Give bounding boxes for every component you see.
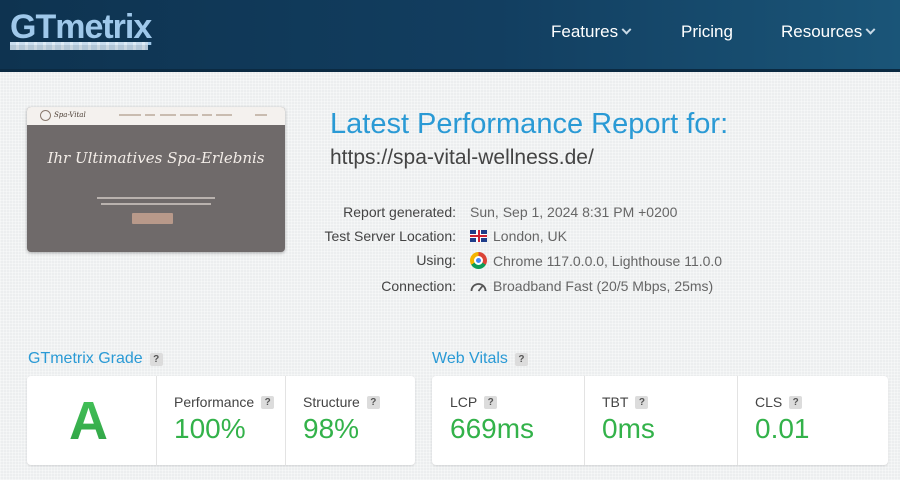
metric-label-text: TBT	[602, 394, 629, 410]
gauge-icon	[470, 283, 487, 292]
grade-card: A Performance ? 100% Structure ? 98%	[27, 376, 415, 465]
thumb-nav-item	[119, 114, 141, 116]
chevron-down-icon	[621, 24, 632, 35]
meta-value-text: Sun, Sep 1, 2024 8:31 PM +0200	[470, 204, 678, 220]
vitals-heading: Web Vitals ?	[432, 350, 528, 368]
nav-features[interactable]: Features	[551, 0, 632, 64]
help-icon[interactable]: ?	[789, 395, 803, 409]
meta-value-text: London, UK	[493, 228, 567, 244]
meta-report-generated: Report generated: Sun, Sep 1, 2024 8:31 …	[0, 204, 900, 224]
structure-label: Structure ?	[303, 394, 380, 410]
metric-label-text: LCP	[450, 394, 478, 410]
uk-flag-icon	[470, 230, 487, 242]
help-icon[interactable]: ?	[149, 352, 163, 366]
thumb-nav-item	[160, 114, 176, 116]
chrome-icon	[470, 252, 487, 269]
vitals-card: LCP ? 669ms TBT ? 0ms CLS ? 0.01	[432, 376, 888, 465]
nav-pricing[interactable]: Pricing	[681, 0, 733, 64]
grade-heading-text: GTmetrix Grade	[28, 350, 143, 367]
meta-label: Test Server Location:	[324, 228, 456, 244]
meta-value: Broadband Fast (20/5 Mbps, 25ms)	[470, 278, 713, 294]
meta-label: Report generated:	[343, 204, 456, 220]
vitals-heading-text: Web Vitals	[432, 350, 508, 367]
logo-decoration	[10, 42, 148, 50]
performance-value: 100%	[174, 413, 246, 444]
lcp-value: 669ms	[450, 413, 535, 444]
thumb-nav-item	[180, 114, 198, 116]
card-divider	[584, 376, 585, 465]
report-title: Latest Performance Report for:	[330, 108, 729, 140]
nav-resources-label: Resources	[781, 22, 863, 41]
meta-label: Connection:	[381, 278, 456, 294]
meta-value: Sun, Sep 1, 2024 8:31 PM +0200	[470, 204, 677, 220]
metric-label-text: CLS	[755, 394, 783, 410]
help-icon[interactable]: ?	[514, 352, 528, 366]
thumb-site-logo-text: Spa-Vital	[54, 111, 86, 119]
grade-heading: GTmetrix Grade ?	[28, 350, 163, 368]
tbt-label: TBT ?	[602, 394, 649, 410]
thumb-hero-title: Ihr Ultimatives Spa-Erlebnis	[47, 149, 265, 167]
meta-value-text: Chrome 117.0.0.0, Lighthouse 11.0.0	[493, 252, 723, 269]
help-icon[interactable]: ?	[484, 395, 498, 409]
thumb-nav-item	[145, 114, 155, 116]
report-url[interactable]: https://spa-vital-wellness.de/	[330, 146, 594, 170]
structure-value: 98%	[303, 413, 360, 444]
thumb-hero-text-line	[97, 197, 215, 199]
meta-connection: Connection: Broadband Fast (20/5 Mbps, 2…	[0, 278, 900, 298]
top-header: GTmetrix Features Pricing Resources	[0, 0, 900, 72]
meta-using: Using: Chrome 117.0.0.0, Lighthouse 11.0…	[0, 252, 900, 272]
card-divider	[737, 376, 738, 465]
meta-value-text: Broadband Fast (20/5 Mbps, 25ms)	[493, 278, 714, 294]
thumb-nav-item	[216, 114, 232, 116]
metric-label-text: Structure	[303, 394, 360, 410]
help-icon[interactable]: ?	[366, 395, 380, 409]
thumb-site-logo-icon	[40, 110, 51, 121]
meta-value: Chrome 117.0.0.0, Lighthouse 11.0.0	[470, 252, 722, 269]
cls-value: 0.01	[755, 413, 810, 444]
grade-letter: A	[69, 391, 108, 451]
cls-label: CLS ?	[755, 394, 803, 410]
help-icon[interactable]: ?	[635, 395, 649, 409]
card-divider	[156, 376, 157, 465]
meta-server-location: Test Server Location: London, UK	[0, 228, 900, 248]
meta-label: Using:	[416, 252, 456, 268]
tbt-value: 0ms	[602, 413, 655, 444]
chevron-down-icon	[865, 24, 876, 35]
nav-resources[interactable]: Resources	[781, 0, 876, 64]
nav-features-label: Features	[551, 22, 619, 41]
meta-value: London, UK	[470, 228, 567, 244]
help-icon[interactable]: ?	[261, 395, 275, 409]
thumb-social-icons	[255, 114, 267, 116]
card-divider	[285, 376, 286, 465]
performance-label: Performance ?	[174, 394, 275, 410]
lcp-label: LCP ?	[450, 394, 498, 410]
metric-label-text: Performance	[174, 394, 255, 410]
nav-pricing-label: Pricing	[681, 22, 733, 41]
thumb-nav-item	[202, 114, 212, 116]
